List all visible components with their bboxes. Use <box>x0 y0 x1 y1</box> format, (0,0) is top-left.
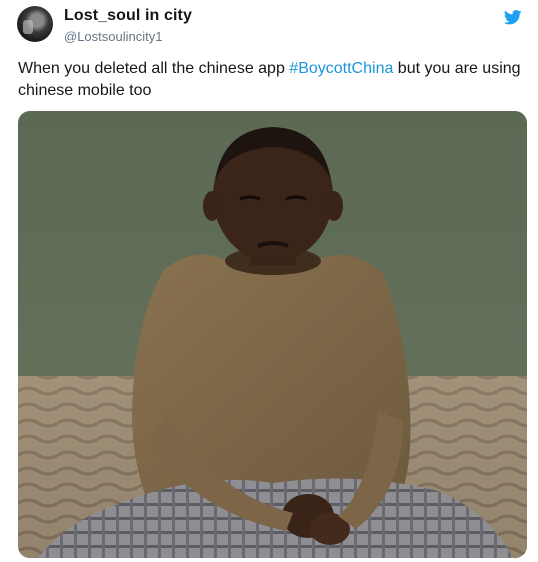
tweet-photo[interactable] <box>18 111 527 558</box>
twitter-bird-icon[interactable] <box>504 10 522 25</box>
tweet-text-part: When you deleted all the chinese app <box>18 60 290 77</box>
tweet-text: When you deleted all the chinese app #Bo… <box>18 58 523 102</box>
display-name[interactable]: Lost_soul in city <box>64 7 192 25</box>
photo-illustration <box>18 111 527 558</box>
tweet-card: Lost_soul in city @Lostsoulincity1 When … <box>0 0 538 562</box>
hashtag-link[interactable]: #BoycottChina <box>289 60 393 77</box>
avatar[interactable] <box>17 6 53 42</box>
user-handle[interactable]: @Lostsoulincity1 <box>64 29 162 44</box>
